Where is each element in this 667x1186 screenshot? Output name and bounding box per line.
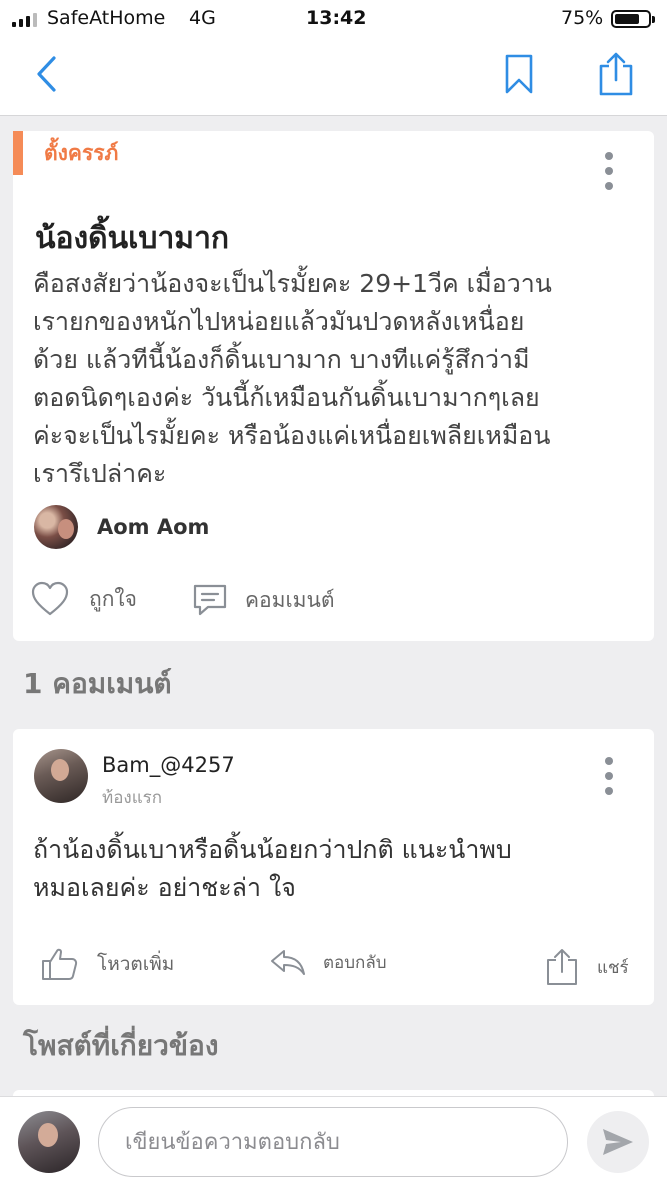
post-actions: ถูกใจ คอมเมนต์ [13, 581, 654, 621]
share-icon[interactable] [596, 50, 636, 102]
reply-icon [271, 950, 305, 975]
reply-button[interactable]: ตอบกลับ [269, 947, 387, 977]
comment-actions: โหวตเพิ่ม ตอบกลับ แชร์ [13, 947, 654, 987]
post-category[interactable]: ตั้งครรภ์ [13, 131, 118, 175]
comment-label: คอมเมนต์ [245, 587, 335, 612]
post-title: น้องดิ้นเบามาก [35, 221, 230, 256]
commenter-name[interactable]: Bam_@4257 [102, 753, 235, 777]
reply-input[interactable] [98, 1107, 568, 1177]
comments-count-heading: 1 คอมเมนต์ [23, 667, 172, 700]
post-body: คือสงสัยว่าน้องจะเป็นไรมั้ยคะ 29+1วีค เม… [33, 269, 552, 488]
reply-bar [0, 1096, 667, 1186]
like-button[interactable]: ถูกใจ [31, 581, 137, 617]
like-label: ถูกใจ [89, 586, 137, 611]
related-posts-heading: โพสต์ที่เกี่ยวข้อง [23, 1029, 219, 1062]
more-options-icon[interactable] [605, 757, 613, 802]
heart-icon [31, 581, 69, 616]
chevron-left-icon[interactable] [30, 52, 64, 100]
carrier-name: SafeAtHome [47, 7, 166, 29]
battery-percent: 75% [561, 7, 604, 29]
comment-button[interactable]: คอมเมนต์ [191, 581, 335, 619]
status-bar: SafeAtHome 4G 13:42 75% [0, 0, 667, 38]
current-user-avatar [18, 1111, 80, 1173]
author-name[interactable]: Aom Aom [97, 515, 209, 539]
vote-label: โหวตเพิ่ม [97, 953, 175, 975]
comment-icon [193, 584, 227, 616]
more-options-icon[interactable] [605, 152, 613, 197]
network-type: 4G [189, 7, 216, 29]
comment-text: ถ้าน้องดิ้นเบาหรือดิ้นน้อยกว่าปกติ แนะนำ… [33, 835, 512, 902]
signal-strength-icon [12, 11, 37, 27]
thumbs-up-icon [42, 948, 78, 980]
commenter-avatar[interactable] [34, 749, 88, 803]
vote-button[interactable]: โหวตเพิ่ม [41, 947, 174, 981]
status-time: 13:42 [306, 7, 367, 29]
author-avatar[interactable] [34, 505, 78, 549]
share-icon [547, 949, 577, 985]
battery-icon [611, 10, 655, 28]
comment-share-button[interactable]: แชร์ [545, 947, 629, 987]
share-label: แชร์ [597, 957, 629, 978]
bookmark-icon[interactable] [502, 52, 536, 100]
post-card: ตั้งครรภ์ น้องดิ้นเบามาก คือสงสัยว่าน้อง… [13, 131, 654, 641]
navigation-bar [0, 38, 667, 116]
send-button[interactable] [587, 1111, 649, 1173]
commenter-badge: ท้องแรก [102, 788, 163, 808]
send-icon [603, 1129, 633, 1155]
reply-label: ตอบกลับ [323, 952, 387, 973]
comment-card: Bam_@4257 ท้องแรก ถ้าน้องดิ้นเบาหรือดิ้น… [13, 729, 654, 1005]
